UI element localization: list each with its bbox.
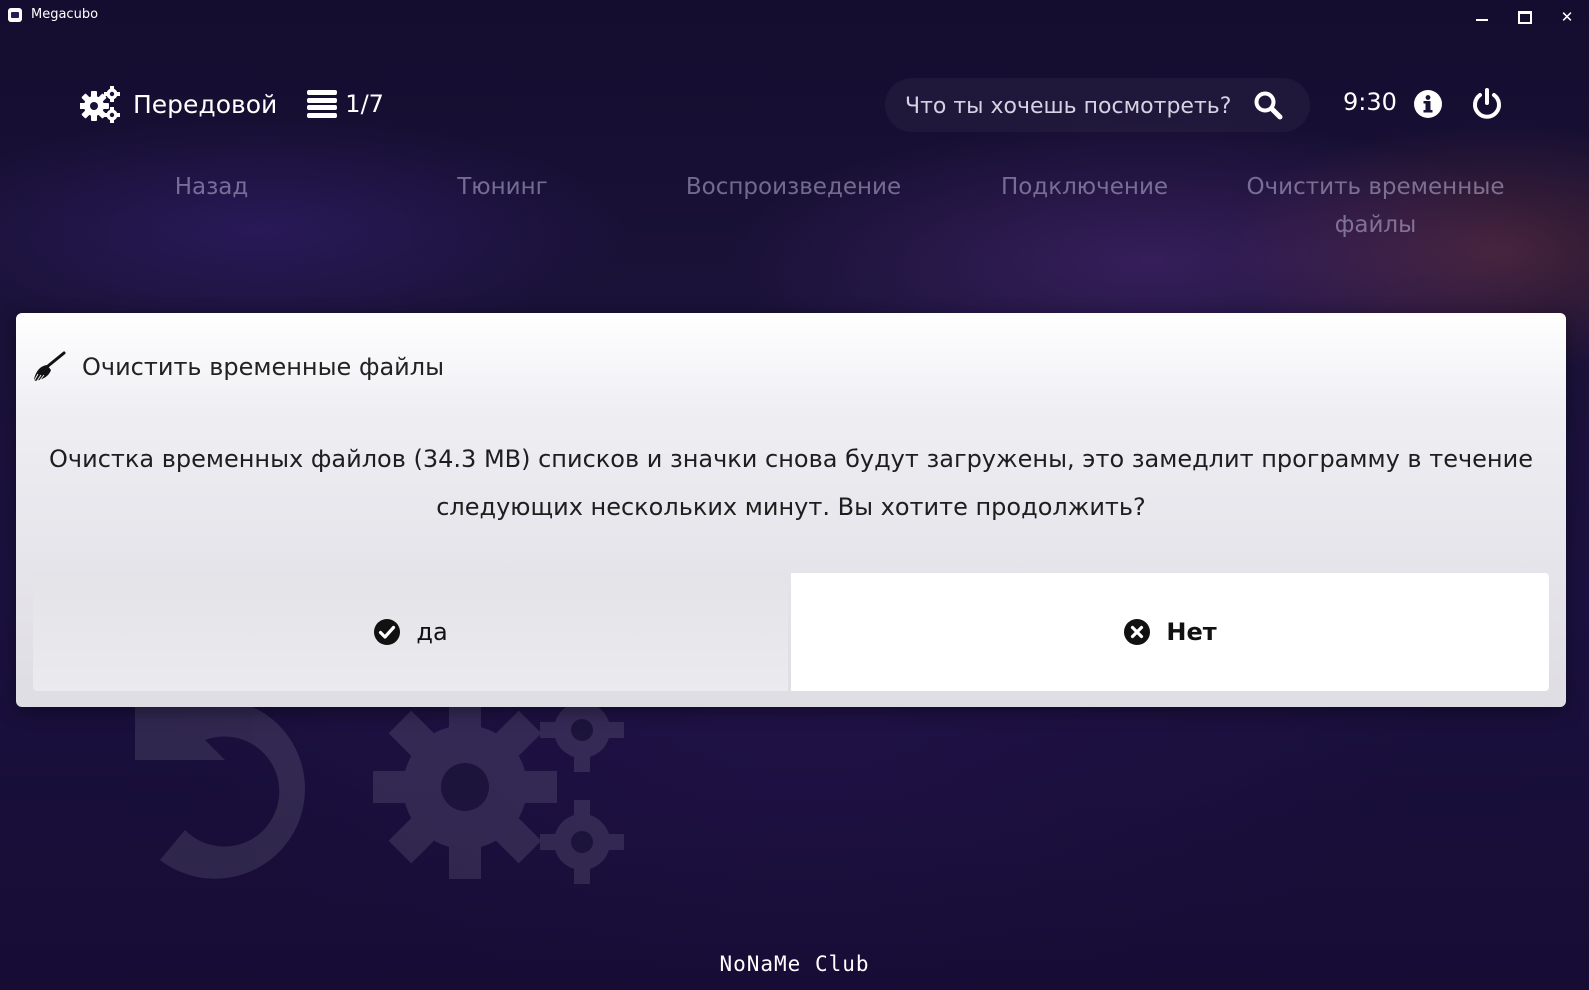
tab-tuning[interactable]: Тюнинг [357, 168, 648, 206]
power-icon[interactable] [1471, 88, 1503, 120]
maximize-button[interactable] [1509, 6, 1539, 28]
no-button-label: Нет [1166, 618, 1217, 646]
tab-playback[interactable]: Воспроизведение [648, 168, 939, 206]
app-logo-icon [8, 8, 22, 22]
minimize-button[interactable] [1467, 6, 1497, 28]
clock: 9:30 [1343, 88, 1397, 116]
tab-connection[interactable]: Подключение [939, 168, 1230, 206]
background-gear-icon [373, 695, 557, 879]
nav-tabs: Назад Тюнинг Воспроизведение Подключение… [66, 168, 1524, 248]
window-title: Megacubo [31, 7, 99, 22]
background-restart-icon [135, 680, 305, 879]
page-counter: 1/7 [345, 90, 384, 118]
tab-clear-temp[interactable]: Очистить временные файлы [1230, 168, 1521, 244]
confirm-dialog: Очистить временные файлы Очистка временн… [16, 313, 1566, 707]
tab-back[interactable]: Назад [66, 168, 357, 206]
broom-icon [33, 351, 66, 382]
search-icon[interactable] [1253, 90, 1283, 120]
dialog-message: Очистка временных файлов (34.3 MB) списк… [49, 445, 1533, 521]
window-titlebar: Megacubo ✕ [0, 0, 1589, 32]
search-input[interactable] [903, 88, 1247, 124]
yes-button-label: да [416, 618, 448, 646]
dialog-title: Очистить временные файлы [82, 353, 445, 381]
gears-icon[interactable] [80, 84, 120, 124]
dialog-header: Очистить временные файлы [30, 347, 444, 387]
header-left: Передовой 1/7 [80, 84, 384, 124]
info-icon[interactable] [1413, 89, 1443, 119]
section-title: Передовой [133, 89, 278, 119]
no-button[interactable]: Нет [791, 573, 1549, 691]
watermark: NoNaMe Club [719, 952, 870, 976]
yes-button[interactable]: да [33, 573, 788, 691]
check-circle-icon [374, 619, 401, 645]
times-circle-icon [1124, 619, 1151, 645]
search-box[interactable] [885, 78, 1310, 132]
list-icon[interactable] [307, 90, 338, 118]
close-button[interactable]: ✕ [1552, 6, 1582, 28]
